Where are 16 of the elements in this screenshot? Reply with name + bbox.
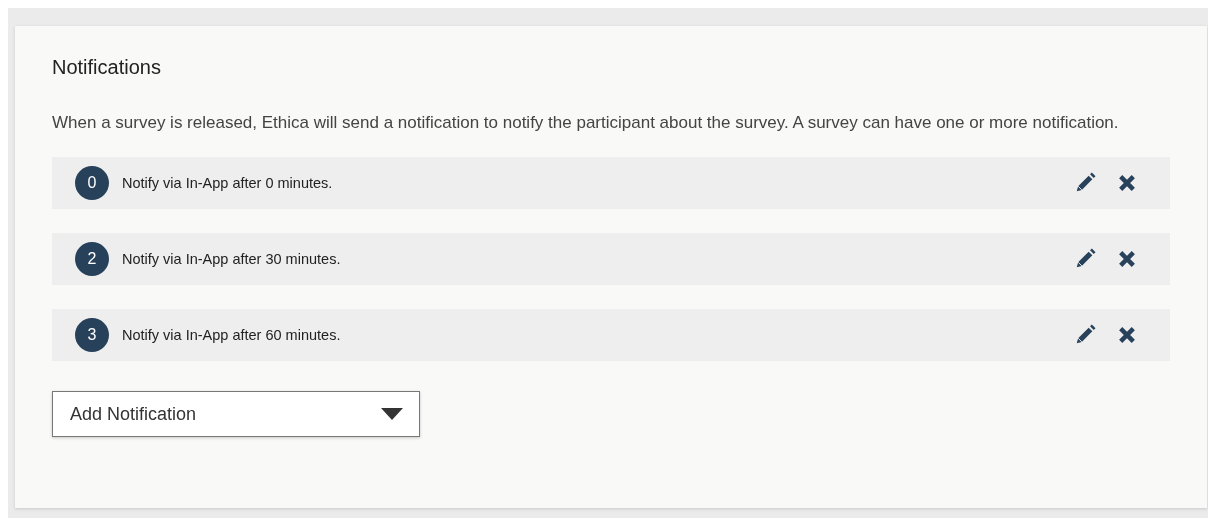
- edit-icon[interactable]: [1074, 248, 1096, 270]
- description-text: When a survey is released, Ethica will send a notification to notify the participant about the survey. A survey can have one or more notification.: [52, 112, 1120, 134]
- edit-icon[interactable]: [1074, 172, 1096, 194]
- notification-text: Notify via In-App after 0 minutes.: [122, 175, 333, 191]
- edit-icon[interactable]: [1074, 324, 1096, 346]
- delete-icon[interactable]: [1118, 174, 1136, 192]
- notification-text: Notify via In-App after 60 minutes.: [122, 327, 341, 343]
- notification-text: Notify via In-App after 30 minutes.: [122, 251, 341, 267]
- number-badge: 0: [75, 166, 109, 200]
- delete-icon[interactable]: [1118, 326, 1136, 344]
- number-badge: 3: [75, 318, 109, 352]
- panel-title: Notifications: [52, 56, 162, 79]
- caret-icon: [381, 408, 403, 420]
- number-badge: 2: [75, 242, 109, 276]
- add-notification-dropdown[interactable]: Add Notification: [52, 391, 420, 437]
- delete-icon[interactable]: [1118, 250, 1136, 268]
